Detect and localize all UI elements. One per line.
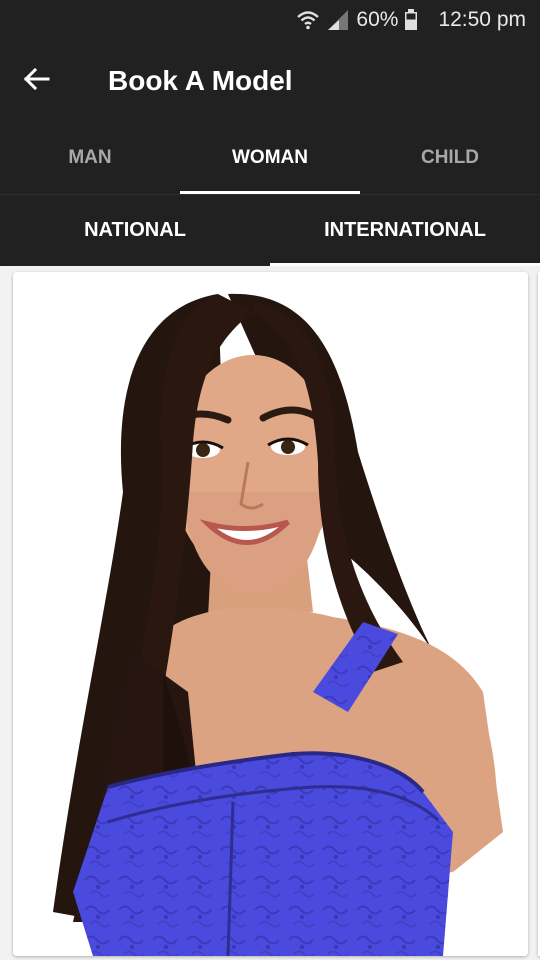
category-tabs: MAN WOMAN CHILD <box>0 122 540 194</box>
clock: 12:50 pm <box>438 8 526 31</box>
tab-national[interactable]: NATIONAL <box>0 195 270 266</box>
page-title: Book A Model <box>108 65 293 96</box>
battery-percent: 60% <box>356 8 399 31</box>
tab-man[interactable]: MAN <box>0 122 180 194</box>
tab-child[interactable]: CHILD <box>360 122 540 194</box>
model-photo <box>13 272 528 956</box>
tab-international[interactable]: INTERNATIONAL <box>270 195 540 266</box>
back-button[interactable] <box>0 40 72 122</box>
status-bar: 60% 12:50 pm <box>0 0 540 40</box>
model-card[interactable] <box>13 272 528 956</box>
wifi-icon <box>296 9 320 31</box>
region-tabs: NATIONAL INTERNATIONAL <box>0 194 540 266</box>
model-list <box>0 266 540 960</box>
arrow-back-icon <box>22 67 50 96</box>
app-bar: Book A Model <box>0 40 540 122</box>
tab-woman[interactable]: WOMAN <box>180 122 360 194</box>
signal-icon <box>326 9 350 31</box>
battery-icon <box>404 9 418 31</box>
